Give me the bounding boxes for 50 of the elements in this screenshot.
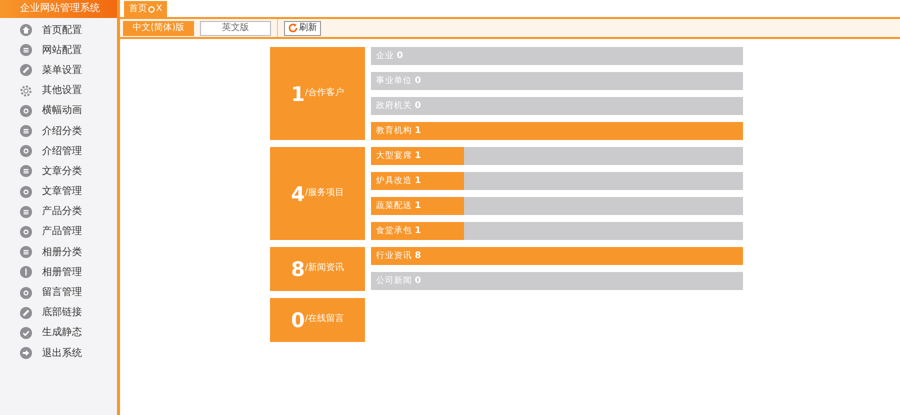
sidebar-item[interactable]: 退出系统 <box>42 346 82 361</box>
stat-count: 1 <box>291 80 305 108</box>
home-icon <box>20 24 32 36</box>
check-icon <box>20 326 32 339</box>
bar-label: 蔬菜配送 1 <box>376 200 421 213</box>
sidebar-item[interactable]: 介绍管理 <box>42 144 82 159</box>
sidebar-item[interactable]: 底部链接 <box>42 305 82 320</box>
stat-label: /服务项目 <box>304 186 344 200</box>
bar-label: 炉具改造 1 <box>376 175 421 188</box>
sidebar-item[interactable]: 网站配置 <box>42 42 82 58</box>
sidebar-item[interactable]: 文章分类 <box>42 164 82 179</box>
disc-icon <box>20 186 32 198</box>
refresh-icon <box>288 23 298 33</box>
disc-icon <box>20 226 32 238</box>
bar-label: 教育机构 1 <box>376 124 421 138</box>
bar-label: 大型宴席 1 <box>376 150 421 163</box>
sidebar-item[interactable]: 首页配置 <box>42 22 82 38</box>
sidebar-item[interactable]: 生成静态 <box>42 325 82 340</box>
sidebar-item[interactable]: 其他设置 <box>42 83 82 98</box>
sidebar-item[interactable]: 菜单设置 <box>42 62 82 78</box>
circle-icon <box>148 6 155 12</box>
gear-icon <box>20 84 32 97</box>
sidebar-item[interactable]: 留言管理 <box>42 285 82 300</box>
sidebar-item[interactable]: 介绍分类 <box>42 124 82 139</box>
sidebar-item[interactable]: 横幅动画 <box>42 103 82 118</box>
stat-label: /新闻资讯 <box>304 262 344 276</box>
arrow-icon <box>20 347 32 360</box>
list-icon <box>20 206 32 218</box>
stat-count: 0 <box>291 307 305 334</box>
disc-icon <box>20 286 32 299</box>
bar-label: 行业资讯 8 <box>376 250 421 263</box>
stat-count: 4 <box>291 180 305 208</box>
stat-label: /在线留言 <box>304 313 344 326</box>
app-title: 企业网站管理系统 <box>0 0 117 18</box>
list-icon <box>20 165 32 178</box>
sidebar-item[interactable]: 产品分类 <box>42 204 82 220</box>
sidebar-item[interactable]: 产品管理 <box>42 224 82 240</box>
disc-icon <box>20 145 32 158</box>
language-button[interactable]: 英文版 <box>200 20 271 36</box>
sidebar-item[interactable]: 相册管理 <box>42 264 82 280</box>
list-icon <box>20 246 32 258</box>
list-icon <box>20 125 32 138</box>
stat-count: 8 <box>291 256 305 283</box>
sidebar-item[interactable]: 相册分类 <box>42 244 82 260</box>
stat-label: /合作客户 <box>304 86 344 100</box>
disc-icon <box>20 104 32 117</box>
sidebar-item[interactable]: 文章管理 <box>42 184 82 200</box>
list-icon <box>20 44 32 56</box>
refresh-button[interactable]: 刷新 <box>284 20 321 36</box>
bar-label: 食堂承包 1 <box>376 225 421 238</box>
